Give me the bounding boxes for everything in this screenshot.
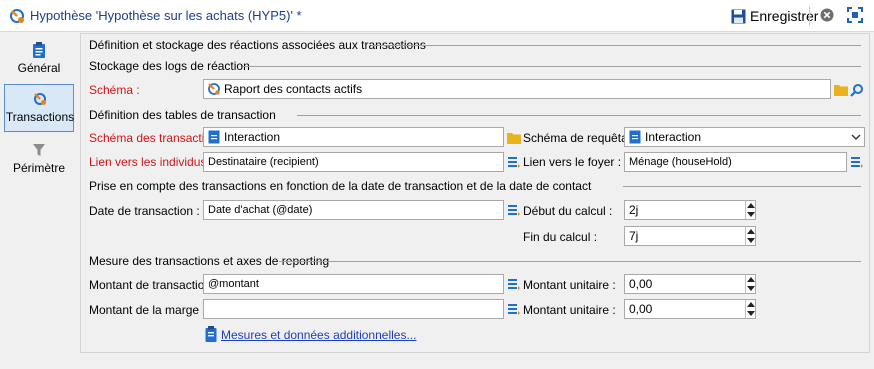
trans-date-label: Date de transaction :	[89, 204, 200, 218]
spin-down-icon[interactable]	[747, 311, 755, 316]
sidebar-item-general[interactable]: Général	[4, 36, 74, 84]
calc-start-field[interactable]: 2j	[624, 200, 756, 220]
search-icon[interactable]	[850, 83, 864, 97]
unit-amount-label-2: Montant unitaire :	[523, 303, 616, 317]
amount-field[interactable]: @montant	[203, 274, 504, 294]
trans-schema-field[interactable]: Interaction	[203, 127, 504, 147]
edit-list-icon[interactable]	[507, 277, 521, 291]
amount-value: @montant	[208, 278, 259, 290]
amount-label: Montant de transaction :	[89, 278, 218, 292]
spinner[interactable]	[745, 227, 755, 245]
schema-value: Raport des contacts actifs	[224, 82, 363, 96]
spinner[interactable]	[745, 300, 755, 318]
toolbar-separator	[809, 6, 810, 26]
divider	[623, 186, 861, 187]
edit-list-icon[interactable]	[507, 302, 521, 316]
trans-date-field[interactable]: Date d'achat (@date)	[203, 200, 504, 220]
close-icon[interactable]	[820, 8, 834, 22]
sidebar-item-label: Général	[17, 61, 61, 75]
maximize-icon[interactable]	[847, 7, 863, 23]
date-section-title: Prise en compte des transactions en fonc…	[89, 179, 592, 193]
filter-icon	[33, 144, 45, 156]
spin-down-icon[interactable]	[747, 238, 755, 243]
unit-amount-value-1: 0,00	[629, 277, 653, 291]
calc-start-label: Début du calcul :	[523, 204, 613, 218]
more-measures-link[interactable]: Mesures et données additionnelles...	[221, 328, 416, 342]
document-icon	[208, 130, 220, 144]
margin-field[interactable]	[203, 299, 504, 319]
divider	[279, 261, 861, 262]
unit-amount-value-2: 0,00	[629, 302, 653, 316]
transactions-icon	[34, 93, 46, 105]
divider	[297, 115, 861, 116]
edit-list-icon[interactable]	[850, 155, 864, 169]
sidebar-item-label: Transactions	[5, 110, 75, 124]
individuals-link-value: Destinataire (recipient)	[208, 156, 319, 168]
household-link-value: Ménage (houseHold)	[629, 156, 732, 168]
calc-end-label: Fin du calcul :	[523, 230, 598, 244]
trans-schema-value: Interaction	[224, 130, 281, 144]
spin-down-icon[interactable]	[747, 286, 755, 291]
unit-amount-field-1[interactable]: 0,00	[624, 274, 756, 294]
folder-icon[interactable]	[507, 131, 521, 145]
schema-icon	[208, 83, 220, 95]
schema-label: Schéma :	[89, 83, 140, 97]
logs-section-title: Stockage des logs de réaction	[89, 59, 250, 73]
title-bar: Hypothèse 'Hypothèse sur les achats (HYP…	[0, 0, 874, 32]
divider	[243, 66, 861, 67]
margin-label: Montant de la marge :	[89, 303, 206, 317]
document-icon	[629, 130, 641, 144]
calc-start-value: 2j	[629, 203, 639, 217]
query-schema-value: Interaction	[645, 130, 702, 144]
sidebar: Général Transactions Périmètre	[0, 32, 80, 369]
sidebar-item-label: Périmètre	[12, 161, 65, 175]
clipboard-icon	[33, 42, 45, 58]
spinner[interactable]	[745, 275, 755, 293]
schema-field[interactable]: Raport des contacts actifs	[203, 79, 831, 99]
spin-up-icon[interactable]	[747, 229, 755, 234]
trans-date-value: Date d'achat (@date)	[208, 204, 313, 216]
edit-list-icon[interactable]	[507, 155, 521, 169]
spin-up-icon[interactable]	[747, 302, 755, 307]
household-link-label: Lien vers le foyer :	[523, 155, 622, 169]
save-button[interactable]: Enregistrer	[731, 6, 818, 26]
spin-up-icon[interactable]	[747, 277, 755, 282]
calc-end-field[interactable]: 7j	[624, 226, 756, 246]
transactions-panel: Définition et stockage des réactions ass…	[80, 33, 870, 353]
folder-icon[interactable]	[834, 83, 848, 97]
divider	[371, 45, 861, 46]
individuals-link-field[interactable]: Destinataire (recipient)	[203, 152, 504, 172]
unit-amount-label-1: Montant unitaire :	[523, 278, 616, 292]
unit-amount-field-2[interactable]: 0,00	[624, 299, 756, 319]
spinner[interactable]	[745, 201, 755, 219]
clipboard-icon	[205, 326, 217, 342]
spin-up-icon[interactable]	[747, 203, 755, 208]
hypothesis-icon	[10, 9, 24, 23]
tables-section-title: Définition des tables de transaction	[89, 108, 276, 122]
window-title: Hypothèse 'Hypothèse sur les achats (HYP…	[30, 8, 302, 23]
query-schema-select[interactable]: Interaction	[624, 127, 865, 147]
sidebar-item-perimeter[interactable]: Périmètre	[4, 136, 74, 184]
household-link-field[interactable]: Ménage (houseHold)	[624, 152, 847, 172]
spin-down-icon[interactable]	[747, 212, 755, 217]
individuals-link-label: Lien vers les individus :	[89, 155, 214, 169]
chevron-down-icon[interactable]	[849, 128, 863, 146]
calc-end-value: 7j	[629, 229, 639, 243]
save-icon	[731, 9, 746, 23]
sidebar-item-transactions[interactable]: Transactions	[4, 84, 74, 132]
edit-list-icon[interactable]	[507, 203, 521, 217]
